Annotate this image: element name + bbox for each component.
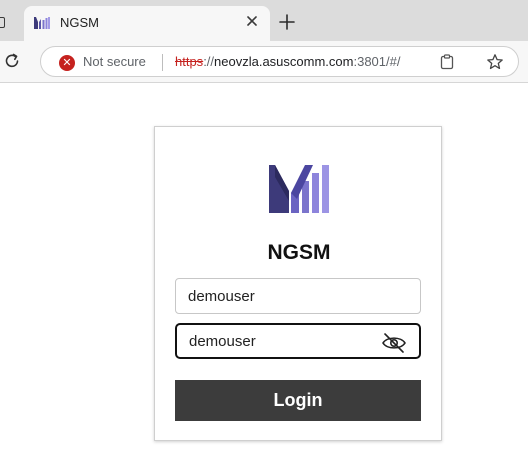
login-button[interactable]: Login xyxy=(175,380,421,421)
ngsm-logo-icon xyxy=(269,165,329,213)
star-icon[interactable] xyxy=(486,53,504,71)
tab-actions-icon[interactable] xyxy=(0,17,5,28)
login-card: NGSM Login xyxy=(154,126,442,441)
url-host: neovzla.asuscomm.com xyxy=(214,54,354,69)
tab-strip: NGSM xyxy=(0,0,528,41)
brand-title: NGSM xyxy=(267,241,331,264)
url-separator: :// xyxy=(203,54,215,69)
eye-off-icon[interactable] xyxy=(381,332,407,354)
username-input[interactable] xyxy=(175,278,421,314)
browser-tab[interactable]: NGSM xyxy=(24,6,270,41)
url-scheme: https xyxy=(175,54,204,69)
url-path: :3801/#/ xyxy=(353,54,401,69)
security-label[interactable]: Not secure xyxy=(83,54,146,69)
url-text[interactable]: https://neovzla.asuscomm.com:3801/#/ xyxy=(175,54,400,69)
clipboard-icon[interactable] xyxy=(440,54,454,70)
reload-icon[interactable] xyxy=(3,52,21,70)
address-bar[interactable]: ✕ Not secure https://neovzla.asuscomm.co… xyxy=(40,46,519,77)
favicon-icon xyxy=(34,17,50,29)
divider xyxy=(162,54,163,71)
close-icon[interactable] xyxy=(244,13,260,29)
plus-icon[interactable] xyxy=(278,13,296,31)
tab-title: NGSM xyxy=(60,15,99,30)
browser-toolbar: ✕ Not secure https://neovzla.asuscomm.co… xyxy=(0,41,528,83)
not-secure-icon[interactable]: ✕ xyxy=(59,55,75,71)
